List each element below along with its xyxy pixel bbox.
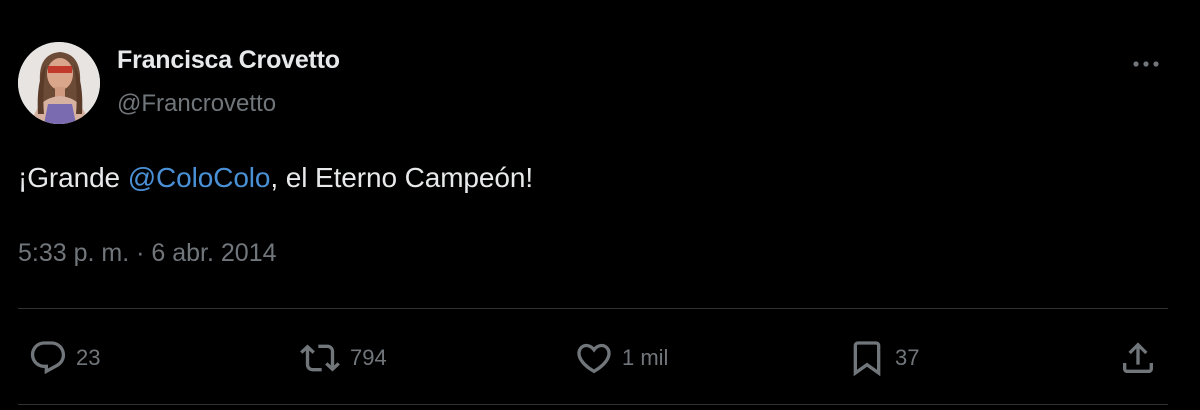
- share-icon: [1123, 342, 1153, 373]
- tweet-timestamp[interactable]: 5:33 p. m. · 6 abr. 2014: [18, 239, 277, 268]
- tweet-text-before: ¡Grande: [18, 162, 128, 193]
- author-name[interactable]: Francisca Crovetto: [117, 46, 340, 75]
- more-horizontal-icon: [1133, 61, 1159, 67]
- bookmark-icon: [853, 341, 881, 377]
- tweet-card: Francisca Crovetto @Francrovetto ¡Grande…: [0, 0, 1200, 410]
- repost-button[interactable]: 794: [298, 338, 387, 378]
- share-button[interactable]: [1118, 338, 1158, 378]
- divider: [18, 308, 1168, 309]
- tweet-text: ¡Grande @ColoColo, el Eterno Campeón!: [18, 162, 533, 194]
- more-options-button[interactable]: [1126, 50, 1166, 78]
- like-count: 1 mil: [622, 345, 669, 370]
- reply-button[interactable]: 23: [28, 338, 100, 378]
- avatar[interactable]: [18, 42, 100, 124]
- reply-icon: [30, 341, 66, 375]
- bookmark-button[interactable]: 37: [847, 338, 919, 378]
- avatar-image: [18, 42, 100, 124]
- like-button[interactable]: 1 mil: [574, 338, 668, 378]
- heart-icon: [577, 343, 611, 374]
- bookmark-count: 37: [895, 345, 920, 370]
- mention-link[interactable]: @ColoColo: [128, 162, 271, 193]
- divider: [18, 404, 1168, 405]
- reply-count: 23: [76, 345, 101, 370]
- tweet-text-after: , el Eterno Campeón!: [270, 162, 533, 193]
- repost-count: 794: [350, 345, 387, 370]
- author-handle[interactable]: @Francrovetto: [117, 90, 276, 118]
- repost-icon: [300, 344, 340, 372]
